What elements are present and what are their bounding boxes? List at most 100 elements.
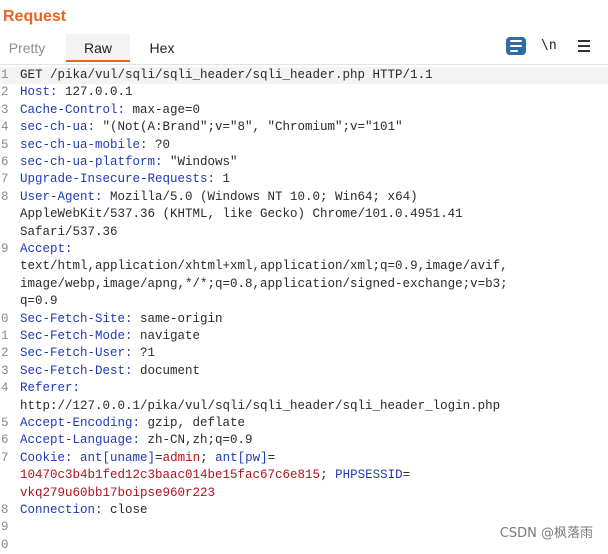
header-value: "Windows" [162, 155, 238, 169]
line-code: Sec-Fetch-Site: same-origin [20, 311, 223, 328]
header-name: Referer: [20, 381, 81, 396]
line-number: 7 [1, 172, 9, 187]
header-value: navigate [132, 329, 201, 343]
hamburger-menu-icon[interactable] [578, 40, 590, 52]
cookie-name: PHPSESSID [335, 468, 403, 483]
line-code: 10470c3b4b1fed12c3baac014be15fac67c6e815… [20, 467, 410, 484]
header-name: sec-ch-ua-platform: [20, 155, 163, 169]
line-code: q=0.9 [20, 293, 58, 310]
line-code: http://127.0.0.1/pika/vul/sqli/sqli_head… [20, 398, 500, 415]
header-name: Upgrade-Insecure-Requests: [20, 172, 216, 187]
cookie-value: 10470c3b4b1fed12c3baac014be15fac67c6e815 [20, 468, 321, 483]
header-name: Accept: [20, 242, 73, 256]
header-value: 1 [215, 172, 231, 187]
watermark: CSDN @枫落雨 [499, 526, 593, 541]
line-number: 3 [1, 102, 9, 117]
header-value: Safari/537.36 [20, 224, 118, 239]
line-code: Accept-Encoding: gzip, deflate [20, 415, 245, 432]
cookie-name: ant[pw] [215, 450, 268, 465]
header-value [73, 451, 81, 465]
line-number: 3 [1, 363, 9, 378]
line-code: Connection: close [20, 502, 148, 519]
header-value: max-age=0 [125, 102, 201, 117]
header-name: User-Agent: [20, 189, 103, 204]
line-code: image/webp,image/apng,*/*;q=0.8,applicat… [20, 276, 508, 293]
header-value: zh-CN,zh;q=0.9 [140, 433, 253, 448]
header-value: 127.0.0.1 [57, 85, 133, 100]
line-code: sec-ch-ua-platform: "Windows" [20, 154, 238, 171]
header-name: sec-ch-ua-mobile: [20, 137, 148, 152]
header-name: Host: [20, 85, 58, 100]
cookie-separator: ; [320, 468, 336, 483]
header-value: "(Not(A:Brand";v="8", "Chromium";v="101" [95, 120, 403, 135]
cookie-value: admin [162, 450, 201, 465]
header-value: image/webp,image/apng,*/*;q=0.8,applicat… [20, 276, 508, 291]
header-name: Accept-Language: [20, 433, 141, 448]
header-name: Sec-Fetch-User: [20, 346, 133, 361]
header-name: Sec-Fetch-Dest: [20, 363, 133, 378]
line-number: 4 [1, 381, 9, 396]
header-value: text/html,application/xhtml+xml,applicat… [20, 259, 508, 274]
line-number: 9 [1, 520, 9, 535]
line-code: User-Agent: Mozilla/5.0 (Windows NT 10.0… [20, 189, 418, 206]
line-number: 2 [1, 346, 9, 361]
line-number: 7 [1, 450, 9, 465]
line-number: 9 [1, 242, 9, 256]
cookie-separator: = [155, 450, 163, 465]
header-value: ?0 [147, 137, 171, 152]
line-number: 0 [1, 537, 9, 552]
header-value: GET /pika/vul/sqli/sqli_header/sqli_head… [20, 68, 433, 82]
editor-line[interactable]: 1 GET /pika/vul/sqli/sqli_header/sqli_hea… [0, 67, 608, 85]
line-code: Accept-Language: zh-CN,zh;q=0.9 [20, 432, 253, 449]
line-number: 2 [1, 85, 9, 100]
cookie-separator: = [267, 450, 276, 465]
header-value: document [132, 363, 201, 378]
line-number: 6 [1, 433, 9, 448]
raw-request-editor[interactable]: 1 GET /pika/vul/sqli/sqli_header/sqli_hea… [0, 64, 608, 552]
cookie-name: ant[uname] [80, 450, 156, 465]
cookie-separator: ; [200, 450, 216, 465]
tab-raw[interactable]: Raw [66, 34, 130, 62]
header-name: Connection: [20, 503, 103, 517]
cookie-value: vkq279u60bb17boipse960r223 [20, 485, 216, 500]
text-wrap-icon[interactable] [506, 37, 526, 55]
line-number: 8 [1, 503, 9, 517]
line-code: Sec-Fetch-Mode: navigate [20, 328, 200, 345]
line-code: Cache-Control: max-age=0 [20, 102, 200, 119]
line-code: Accept: [20, 241, 73, 258]
header-value: same-origin [132, 311, 223, 326]
header-value: ?1 [132, 346, 156, 361]
line-code: Host: 127.0.0.1 [20, 84, 133, 101]
tab-pretty[interactable]: Pretty [0, 34, 54, 62]
newline-toggle-button[interactable]: \n [541, 38, 557, 53]
line-number: 1 [1, 329, 9, 343]
header-value: close [102, 503, 148, 517]
line-code: Upgrade-Insecure-Requests: 1 [20, 171, 230, 188]
line-code: text/html,application/xhtml+xml,applicat… [20, 258, 508, 275]
line-code: Sec-Fetch-User: ?1 [20, 345, 155, 362]
cookie-separator: = [402, 468, 411, 483]
line-number: 5 [1, 137, 9, 152]
tab-hex[interactable]: Hex [138, 34, 186, 62]
header-value: q=0.9 [20, 294, 58, 309]
line-number: 5 [1, 416, 9, 430]
line-code: sec-ch-ua-mobile: ?0 [20, 137, 170, 154]
line-code: Safari/537.36 [20, 224, 118, 241]
header-name: Accept-Encoding: [20, 416, 141, 430]
header-name: Sec-Fetch-Mode: [20, 329, 133, 343]
header-value: http://127.0.0.1/pika/vul/sqli/sqli_head… [20, 398, 501, 413]
panel-title: Request [3, 8, 67, 25]
line-number: 8 [1, 189, 9, 204]
line-number: 1 [1, 68, 9, 82]
line-code: AppleWebKit/537.36 (KHTML, like Gecko) C… [20, 206, 463, 223]
header-name: Cache-Control: [20, 102, 126, 117]
line-code: Cookie: ant[uname]=admin; ant[pw]= [20, 450, 275, 467]
header-value: AppleWebKit/537.36 (KHTML, like Gecko) C… [20, 207, 463, 222]
line-code: GET /pika/vul/sqli/sqli_header/sqli_head… [20, 67, 433, 84]
header-name: Cookie: [20, 450, 73, 465]
line-number: 6 [1, 155, 9, 169]
line-number: 4 [1, 120, 9, 135]
line-code: Referer: [20, 380, 80, 397]
header-value: gzip, deflate [140, 416, 246, 430]
line-number: 0 [1, 311, 9, 326]
